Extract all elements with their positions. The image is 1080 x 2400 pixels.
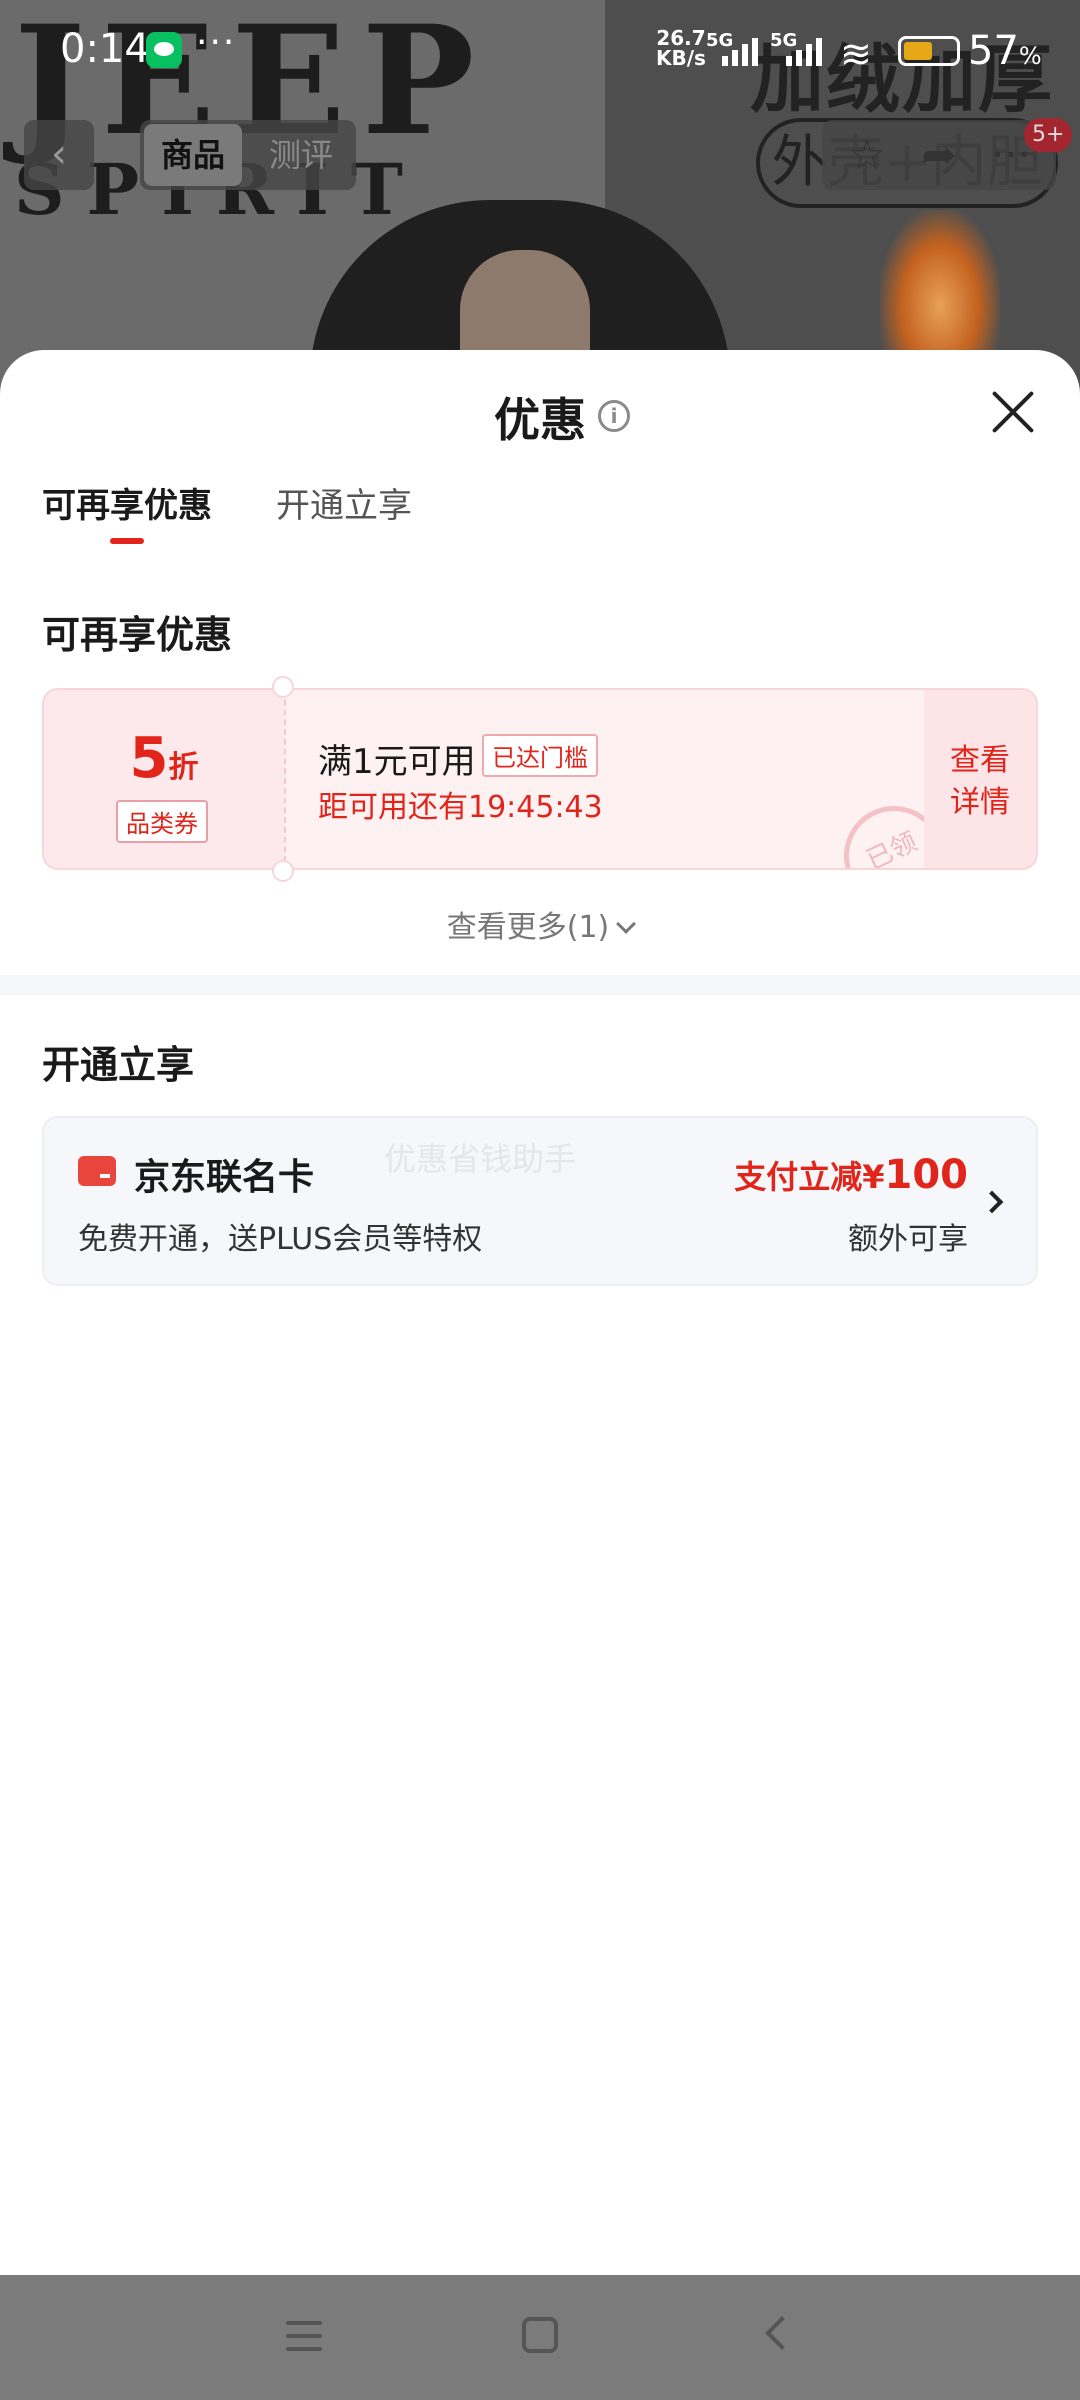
card-offer-discount: 支付立减¥100 (734, 1152, 968, 1198)
product-actions: ☆ ➦ ··· (822, 120, 1056, 190)
system-nav-bar (0, 2275, 1080, 2400)
sheet-title: 优惠 (494, 393, 586, 447)
message-badge: 5+ (1024, 118, 1073, 152)
sheet-header: 优惠 i (0, 350, 1080, 470)
coupon-notch-top (272, 676, 294, 698)
star-icon[interactable]: ☆ (842, 130, 892, 180)
coupon-type-label: 品类券 (116, 800, 208, 843)
coupon-condition: 满1元可用 (318, 742, 476, 782)
home-icon[interactable] (522, 2317, 558, 2353)
coupon-discount: 5折 (44, 726, 284, 791)
tab-active-indicator (110, 538, 144, 544)
product-tabs: 商品 测评 (140, 120, 356, 190)
tab-review[interactable]: 测评 (252, 124, 350, 186)
card-offer-extra: 额外可享 (848, 1222, 968, 1257)
coupon-discount-unit: 折 (168, 750, 199, 785)
battery-percent: 57% (968, 28, 1042, 74)
coupon-countdown: 距可用还有19:45:43 (318, 790, 603, 825)
wifi-icon: ≋ (840, 32, 872, 76)
system-back-icon[interactable] (765, 2316, 799, 2350)
section-title-activate: 开通立享 (42, 1043, 195, 1087)
tab-product[interactable]: 商品 (144, 124, 242, 186)
status-bar: 0:14 ··· 26.7 KB/s 5G 5G ≋ 57% (0, 0, 1080, 100)
signal-icon-2 (786, 32, 830, 66)
section-title-reuse: 可再享优惠 (42, 613, 233, 657)
card-offer-description: 免费开通，送PLUS会员等特权 (78, 1222, 483, 1257)
info-icon[interactable]: i (598, 400, 630, 432)
more-notifications-icon: ··· (196, 22, 237, 63)
sheet-tabs: 可再享优惠 开通立享 (0, 478, 1080, 548)
menu-icon[interactable] (286, 2321, 322, 2351)
back-icon[interactable]: ‹ (24, 120, 94, 190)
share-icon[interactable]: ➦ (914, 130, 964, 180)
discount-sheet: 优惠 i 可再享优惠 开通立享 可再享优惠 5折 品类券 满1元可用 已达门槛 … (0, 350, 1080, 2275)
chevron-right-icon (980, 1190, 1004, 1214)
signal-icon (722, 32, 766, 66)
wechat-icon (146, 32, 182, 68)
flame-image (880, 210, 1000, 370)
tab-activate-now[interactable]: 开通立享 (276, 478, 412, 527)
page: JEEP SPIRIT 加绒加厚 外壳+内胆 0:14 ··· 26.7 KB/… (0, 0, 1080, 2400)
card-offer[interactable]: 京东联名卡 优惠省钱助手 免费开通，送PLUS会员等特权 支付立减¥100 额外… (42, 1116, 1038, 1286)
section-divider (0, 975, 1080, 995)
coupon-discount-number: 5 (129, 726, 169, 791)
status-time: 0:14 (60, 26, 150, 72)
card-offer-name: 京东联名卡 (134, 1157, 315, 1198)
coupon-notch-bottom (272, 860, 294, 882)
coupon-card[interactable]: 5折 品类券 满1元可用 已达门槛 距可用还有19:45:43 已领 查看 详情 (42, 688, 1038, 870)
chevron-down-icon (616, 914, 637, 934)
coupon-details-button[interactable]: 查看 详情 (924, 690, 1036, 868)
coupon-threshold-tag: 已达门槛 (482, 734, 598, 777)
see-more-link[interactable]: 查看更多(1) (0, 902, 1080, 946)
battery-fill (904, 42, 932, 60)
close-icon[interactable] (990, 388, 1036, 434)
battery-icon (898, 36, 960, 66)
card-offer-watermark: 优惠省钱助手 (384, 1140, 577, 1178)
network-speed: 26.7 KB/s (656, 26, 706, 70)
credit-card-icon (78, 1156, 116, 1186)
tab-reuse-discount[interactable]: 可再享优惠 (42, 478, 212, 527)
